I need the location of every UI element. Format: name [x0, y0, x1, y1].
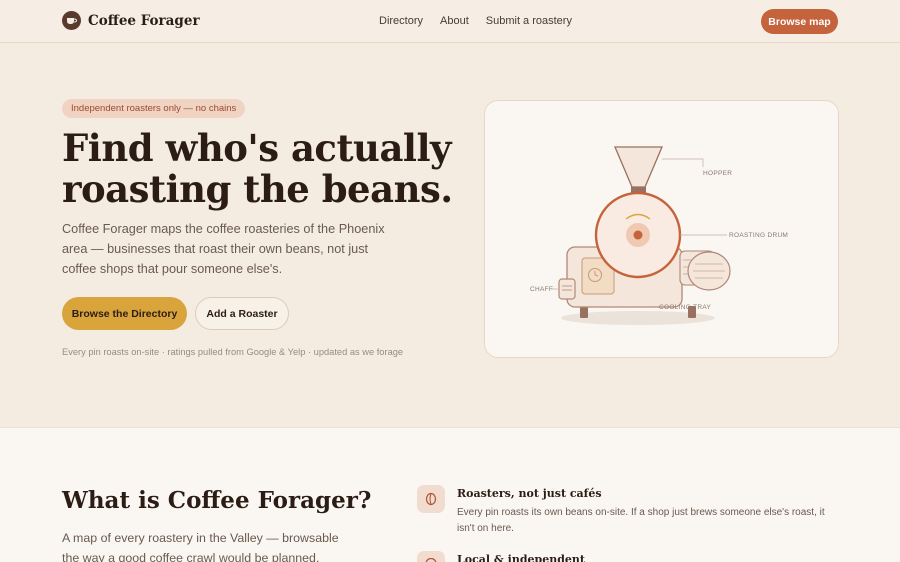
hero-badge: Independent roasters only — no chains — [62, 99, 246, 118]
label-roasting-drum: ROASTING DRUM — [729, 232, 788, 239]
roaster-illustration-card: HOPPER ROASTING DRUM CHAFF COOLING TRAY — [484, 100, 839, 358]
feature-title: Roasters, not just cafés — [457, 487, 602, 500]
label-chaff: CHAFF — [530, 286, 553, 293]
coffee-bean-icon — [417, 485, 445, 513]
browse-directory-button[interactable]: Browse the Directory — [62, 297, 187, 330]
feature-title: Local & independent — [457, 553, 585, 562]
nav-link-about[interactable]: About — [440, 15, 469, 27]
nav-links: Directory About Submit a roastery — [379, 15, 572, 27]
brand[interactable]: Coffee Forager — [62, 11, 200, 30]
add-roaster-button[interactable]: Add a Roaster — [195, 297, 289, 330]
top-nav: Coffee Forager Directory About Submit a … — [0, 0, 900, 43]
label-hopper: HOPPER — [703, 170, 732, 177]
pin-icon — [417, 551, 445, 562]
coffee-cup-icon — [62, 11, 81, 30]
about-subtitle: A map of every roastery in the Valley — … — [62, 531, 339, 562]
hero-subtitle: Coffee Forager maps the coffee roasterie… — [62, 222, 385, 276]
nav-link-submit[interactable]: Submit a roastery — [486, 15, 572, 27]
label-cooling-tray: COOLING TRAY — [659, 304, 711, 311]
nav-link-directory[interactable]: Directory — [379, 15, 423, 27]
feature-description: Every pin roasts its own beans on-site. … — [457, 507, 825, 534]
hero-title-line-1: Find who's actually — [62, 126, 452, 170]
coffee-roaster-illustration: HOPPER ROASTING DRUM CHAFF COOLING TRAY — [530, 146, 788, 325]
hero-title-line-2: roasting the beans. — [62, 167, 453, 211]
about-section: What is Coffee Forager? A map of every r… — [0, 427, 900, 562]
browse-map-button[interactable]: Browse map — [761, 9, 838, 34]
hero-note: Every pin roasts on-site · ratings pulle… — [62, 347, 404, 357]
about-title: What is Coffee Forager? — [62, 487, 372, 514]
hero-title: Find who's actually roasting the beans. — [62, 128, 462, 210]
brand-name: Coffee Forager — [88, 12, 200, 29]
